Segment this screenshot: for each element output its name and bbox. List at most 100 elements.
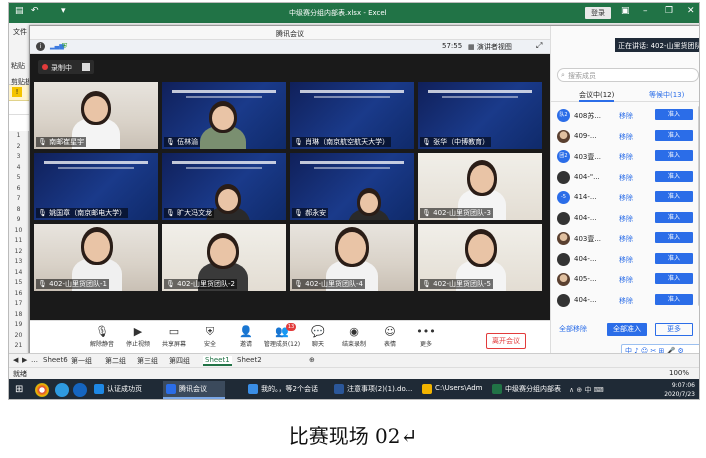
sheet-tab[interactable]: 第二组 [105,356,126,366]
member-list-scrollbar[interactable] [698,106,699,306]
remove-member-button[interactable]: 移除 [619,275,633,285]
leave-meeting-button[interactable]: 离开会议 [486,333,526,349]
login-button[interactable]: 登录 [585,7,611,19]
shield-button[interactable]: ⛨ 安全 [190,325,230,348]
row-header[interactable]: 19 [9,320,28,331]
maximize-icon[interactable]: ❐ [665,6,673,16]
row-header[interactable]: 21 [9,341,28,352]
more-button[interactable]: 更多 [655,323,693,336]
recording-indicator[interactable]: 录制中 [38,60,94,74]
row-header[interactable]: 14 [9,268,28,279]
row-header[interactable]: 4 [9,163,28,174]
sheet-tab[interactable]: 第四组 [169,356,190,366]
admit-member-button[interactable]: 准入 [655,129,693,141]
admit-member-button[interactable]: 准入 [655,293,693,305]
row-header[interactable]: 9 [9,215,28,226]
admit-all-button[interactable]: 全部准入 [607,323,647,336]
video-tile[interactable]: 🎙 姚国章（南京邮电大学） [34,153,158,220]
admit-member-button[interactable]: 准入 [655,191,693,202]
video-tile[interactable]: 🎙 402-山里货团队-4 [290,224,414,291]
video-tile[interactable]: 🎙 旷大冯文龙 [162,153,286,220]
stop-record-icon[interactable] [82,63,90,71]
admit-member-button[interactable]: 准入 [655,252,693,264]
minimize-icon[interactable]: – [643,6,648,16]
remove-member-button[interactable]: 移除 [619,173,633,183]
quick-access-icon[interactable]: ▾ [61,6,66,16]
video-tile[interactable]: 🎙 402-山里货团队-1 [34,224,158,291]
row-header[interactable]: 12 [9,247,28,258]
row-header[interactable]: 17 [9,299,28,310]
more-button[interactable]: ••• 更多 [406,325,446,348]
sheet-tab[interactable]: Sheet6 [43,356,68,364]
row-header[interactable]: 3 [9,152,28,163]
undo-icon[interactable]: ↶ [31,6,39,16]
remove-member-button[interactable]: 移除 [619,132,633,142]
remove-member-button[interactable]: 移除 [619,296,633,306]
close-icon[interactable]: ✕ [687,6,695,16]
row-header[interactable]: 15 [9,278,28,289]
video-tile[interactable]: 🎙 肖琳（南京航空航天大学） [290,82,414,149]
video-tile[interactable]: 🎙 张华（中博教育） [418,82,542,149]
windows-start-icon[interactable]: ⊞ [15,384,23,395]
row-header[interactable]: 20 [9,331,28,342]
camera-button[interactable]: ▶ 停止视频 [118,325,158,348]
admit-member-button[interactable]: 准入 [655,150,693,161]
video-tile[interactable]: 🎙 郝永安 [290,153,414,220]
row-header[interactable]: 7 [9,194,28,205]
taskbar-app[interactable]: 中级赛分组内部表... [489,381,561,399]
system-tray[interactable]: ∧ ⊕ 中 ⌨ [569,385,604,395]
remove-member-button[interactable]: 移除 [619,255,633,265]
admit-member-button[interactable]: 准入 [655,109,693,120]
invite-button[interactable]: 👤 邀请 [226,325,266,348]
remove-member-button[interactable]: 移除 [619,152,633,162]
taskbar-app[interactable]: 腾讯会议 [163,381,225,399]
row-header[interactable]: 5 [9,173,28,184]
sheet-nav-icon[interactable]: ◀ [13,356,18,364]
remove-member-button[interactable]: 移除 [619,234,633,244]
chrome-icon[interactable] [35,383,49,397]
file-tab[interactable]: 文件 [13,27,27,37]
sheet-tab[interactable]: Sheet1 [203,356,232,366]
video-tile[interactable]: 🎙 南邮崔星宇 [34,82,158,149]
row-header[interactable]: 13 [9,257,28,268]
mic-button[interactable]: 🎙 解除静音 [82,325,122,348]
remove-member-button[interactable]: 移除 [619,193,633,203]
paste-label[interactable]: 粘贴 [11,61,25,71]
admit-member-button[interactable]: 准入 [655,170,693,182]
row-header[interactable]: 18 [9,310,28,321]
admit-member-button[interactable]: 准入 [655,211,693,223]
row-header[interactable]: 8 [9,205,28,216]
record-button[interactable]: ◉ 结束录制 [334,325,374,348]
row-header[interactable]: 1 [9,131,28,142]
add-sheet-icon[interactable]: ⊕ [309,356,315,364]
taskbar-app[interactable]: 认证成功页 [91,381,157,399]
sheet-tab[interactable]: 第一组 [71,356,92,366]
row-header[interactable]: 2 [9,142,28,153]
emoji-button[interactable]: ☺ 表情 [370,325,410,348]
tab-in-meeting[interactable]: 会议中(12) [579,90,615,102]
taskbar-clock[interactable]: 9:07:06 2020/7/23 [655,381,695,399]
members-button[interactable]: 👥 管理成员(12) 13 [262,323,302,348]
video-tile[interactable]: 🎙 402-山里货团队-2 [162,224,286,291]
admit-member-button[interactable]: 准入 [655,232,693,243]
screen-share-button[interactable]: ▭ 共享屏幕 [154,325,194,348]
info-icon[interactable]: i [36,42,45,51]
taskbar-app[interactable]: C:\Users\Admini... [419,381,483,399]
remove-member-button[interactable]: 移除 [619,111,633,121]
taskbar-app[interactable]: 注意事项(2)(1).do... [331,381,413,399]
member-search-input[interactable]: ⌕ 搜索成员 [557,68,699,82]
remove-member-button[interactable]: 移除 [619,214,633,224]
video-tile[interactable]: 🎙 402-山里货团队-5 [418,224,542,291]
sheet-nav-icon[interactable]: ▶ [22,356,27,364]
remove-all-button[interactable]: 全部移除 [559,324,587,334]
app-icon[interactable] [73,383,87,397]
video-tile[interactable]: 🎙 伍林渝 [162,82,286,149]
zoom-level[interactable]: 100% [669,369,689,377]
row-header[interactable]: 16 [9,289,28,300]
save-icon[interactable]: ▤ [15,6,24,16]
admit-member-button[interactable]: 准入 [655,273,693,284]
browser-icon[interactable] [55,383,69,397]
fullscreen-icon[interactable]: ⤢ [536,41,542,51]
sheet-tab[interactable]: 第三组 [137,356,158,366]
tab-waiting[interactable]: 等候中(13) [649,90,684,100]
